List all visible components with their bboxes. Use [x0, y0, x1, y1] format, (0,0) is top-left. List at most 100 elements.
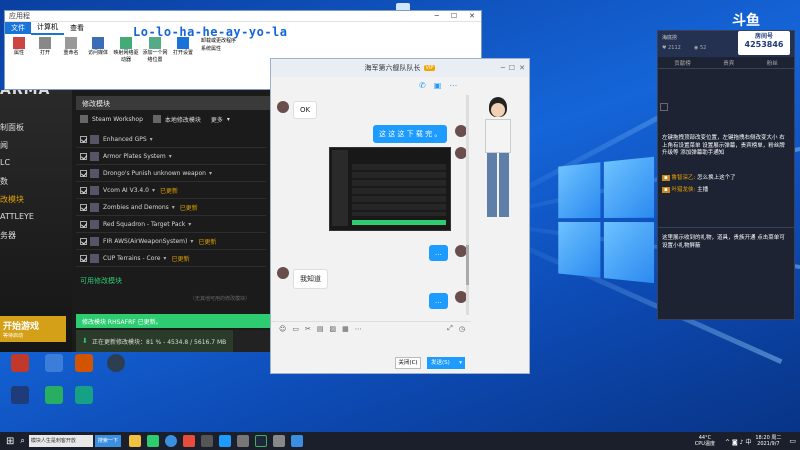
chat-scrollbar[interactable] [466, 95, 469, 315]
chevron-down-icon[interactable]: ▾ [169, 153, 172, 160]
mod-row[interactable]: Drongo's Punish unknown weapon ▾ [76, 166, 266, 182]
close-icon[interactable]: ✕ [519, 64, 525, 72]
more-icon[interactable]: ⋯ [355, 325, 362, 333]
mod-checkbox[interactable] [80, 187, 87, 194]
ribbon-media-button[interactable]: 访问媒体 [85, 37, 111, 63]
tab-file[interactable]: 文件 [5, 21, 31, 34]
emoji-icon[interactable]: ☺ [279, 325, 286, 333]
app-icon[interactable] [290, 435, 303, 447]
mod-checkbox[interactable] [80, 221, 87, 228]
open-icon [39, 37, 51, 49]
mod-row[interactable]: Enhanced GPS ▾ [76, 132, 266, 148]
scissors-icon[interactable]: ✂ [305, 325, 311, 333]
sidebar-item-mods[interactable]: 改模块 [0, 194, 24, 205]
image-icon[interactable]: ▨ [329, 325, 336, 333]
tab-contribution[interactable]: 贡献榜 [674, 59, 691, 67]
arma-launcher: ARMA 制面板 闻 LC 数 改模块 ATTLEYE 务器 开始游戏 等待启动… [0, 90, 270, 352]
file-explorer-icon[interactable] [128, 435, 141, 447]
screenshot-icon[interactable]: ▦ [342, 325, 349, 333]
close-icon[interactable]: ✕ [463, 12, 481, 20]
avatar[interactable] [277, 267, 289, 279]
chat-username[interactable]: 鲁智深乙: [671, 175, 695, 181]
chevron-down-icon[interactable]: ▾ [163, 255, 166, 262]
mod-row[interactable]: Vcom AI V3.4.0 ▾ 已更新 [76, 183, 266, 199]
tab-fans[interactable]: 粉丝 [767, 59, 778, 67]
minimize-icon[interactable]: ─ [501, 64, 505, 72]
chat-username[interactable]: 叶猎龙侠: [671, 187, 695, 193]
browser-icon[interactable] [164, 435, 177, 447]
tab-view[interactable]: 查看 [64, 22, 90, 34]
sidebar-item-battleye[interactable]: ATTLEYE [0, 212, 34, 221]
scroll-thumb[interactable] [466, 245, 469, 285]
app-icon[interactable] [236, 435, 249, 447]
mod-row[interactable]: Zombies and Demons ▾ 已更新 [76, 200, 266, 216]
maximize-icon[interactable]: ☐ [509, 64, 515, 72]
mod-row[interactable]: Red Squadron - Target Pack ▾ [76, 217, 266, 233]
desktop-icon[interactable] [64, 386, 104, 406]
tray-icons[interactable]: ^ ◙ ♪ 中 [725, 437, 751, 446]
chevron-down-icon[interactable]: ▾ [190, 238, 193, 245]
notification-icon[interactable]: ▭ [789, 437, 796, 445]
mod-row[interactable]: CUP Terrains - Core ▾ 已更新 [76, 251, 266, 267]
arma-taskbar-icon[interactable] [200, 435, 213, 447]
sidebar-item-servers[interactable]: 务器 [0, 230, 16, 241]
mod-checkbox[interactable] [80, 153, 87, 160]
close-chat-button[interactable]: 关闭(C) [395, 357, 421, 369]
app-icon [11, 386, 29, 404]
taskbar-app-label[interactable]: 模块人生是刺客开放 [28, 435, 93, 447]
chevron-down-icon[interactable]: ▾ [188, 221, 191, 228]
steam-icon[interactable] [254, 435, 267, 447]
tab-computer[interactable]: 计算机 [31, 21, 64, 35]
windows-start-icon[interactable]: ⊞ [6, 436, 14, 447]
mod-row[interactable]: Armor Plates System ▾ [76, 149, 266, 165]
voice-call-icon[interactable]: ✆ [419, 81, 426, 90]
history-icon[interactable]: ◷ [459, 325, 465, 333]
avatar[interactable] [277, 101, 289, 113]
search-icon[interactable]: ⌕ [20, 436, 24, 446]
send-button[interactable]: 发送(S) ▾ [427, 357, 465, 369]
mod-row[interactable]: FIR AWS(AirWeaponSystem) ▾ 已更新 [76, 234, 266, 250]
app-icon[interactable] [146, 435, 159, 447]
mod-checkbox[interactable] [80, 255, 87, 262]
video-call-icon[interactable]: ▣ [434, 81, 442, 90]
chevron-down-icon[interactable]: ▾ [152, 187, 155, 194]
sidebar-item-params[interactable]: 数 [0, 176, 8, 187]
ribbon-open-button[interactable]: 打开 [33, 37, 57, 63]
ribbon-add-location-button[interactable]: 添加一个网络位置 [141, 37, 169, 63]
clock[interactable]: 18:20 周二 2021/9/7 [755, 435, 781, 447]
chevron-down-icon[interactable]: ▾ [172, 204, 175, 211]
ribbon-system-props-link[interactable]: 系统属性 [201, 45, 236, 53]
sidebar-item-dlc[interactable]: LC [0, 158, 10, 167]
desktop-icon[interactable] [96, 354, 136, 374]
app-icon[interactable] [272, 435, 285, 447]
local-mod-button[interactable]: 本地修改模块 [165, 115, 201, 124]
app-icon[interactable] [182, 435, 195, 447]
ribbon-properties-button[interactable]: 属性 [7, 37, 31, 63]
steam-workshop-button[interactable]: Steam Workshop [92, 116, 143, 123]
qq-icon[interactable] [218, 435, 231, 447]
taskbar-search-button[interactable]: 搜索一下 [94, 435, 121, 447]
shared-screenshot[interactable] [329, 147, 451, 231]
maximize-icon[interactable]: ☐ [445, 12, 463, 20]
ribbon-map-drive-button[interactable]: 映射网络驱动器 [113, 37, 139, 63]
ribbon-settings-button[interactable]: 打开设置 [171, 37, 195, 63]
mod-checkbox[interactable] [80, 204, 87, 211]
more-button[interactable]: 更多 [211, 115, 223, 124]
mod-checkbox[interactable] [80, 238, 87, 245]
ribbon-rename-button[interactable]: 重命名 [59, 37, 83, 63]
sidebar-item-control-panel[interactable]: 制面板 [0, 122, 24, 133]
more-icon[interactable]: ⋯ [449, 81, 457, 90]
message-input[interactable] [271, 335, 471, 355]
sidebar-item-news[interactable]: 闻 [0, 140, 8, 151]
chevron-down-icon[interactable]: ▾ [459, 357, 462, 369]
mod-checkbox[interactable] [80, 136, 87, 143]
gif-icon[interactable]: ▭ [292, 325, 299, 333]
mod-checkbox[interactable] [80, 170, 87, 177]
chevron-down-icon[interactable]: ▾ [150, 136, 153, 143]
chevron-down-icon[interactable]: ▾ [209, 170, 212, 177]
play-button[interactable]: 开始游戏 等待启动 [0, 316, 66, 342]
minimize-icon[interactable]: ─ [429, 12, 445, 20]
tab-vip[interactable]: 贵宾 [723, 59, 734, 67]
expand-icon[interactable]: ⤢ [447, 324, 453, 333]
folder-icon[interactable]: ▤ [317, 325, 324, 333]
